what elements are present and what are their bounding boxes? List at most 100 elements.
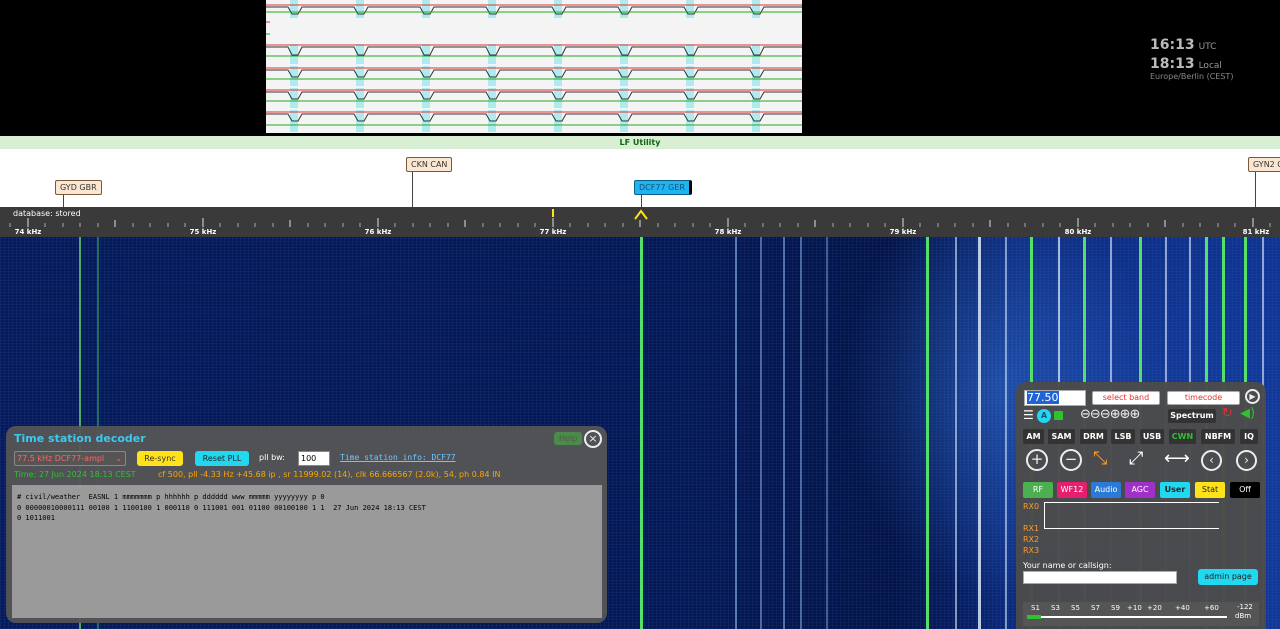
zoom-in-icon[interactable]: + xyxy=(1026,449,1048,471)
local-label: Local xyxy=(1198,61,1222,71)
kiwisdr-page: 16:13 UTC 18:13 Local Europe/Berlin (CEST)… xyxy=(0,0,1280,629)
rx-status-box xyxy=(1044,502,1219,529)
band-bar[interactable]: LF Utility xyxy=(0,136,1280,149)
utc-label: UTC xyxy=(1198,42,1217,52)
name-callsign-input[interactable] xyxy=(1023,571,1177,584)
frequency-value: 77.50 xyxy=(1027,391,1059,404)
tab-audio[interactable]: Audio xyxy=(1091,482,1121,498)
station-select[interactable]: 77.5 kHz DCF77-ampl ⌄ xyxy=(14,451,126,466)
smeter-unit: dBm xyxy=(1235,612,1252,620)
local-time: 18:13 xyxy=(1150,56,1195,72)
mode-am-button[interactable]: AM xyxy=(1023,429,1044,444)
frequency-scale[interactable]: database: stored 74 kHz 75 kHz 76 kHz 77… xyxy=(0,207,1280,237)
scale-tick-81: 81 kHz xyxy=(1242,228,1270,236)
zoom-buttons: ⊖⊖⊖⊕⊕⊕ xyxy=(1080,407,1141,422)
decoder-title: Time station decoder xyxy=(14,432,146,445)
dx-label-gyn2[interactable]: GYN2 G xyxy=(1248,157,1280,172)
smeter-label: +20 xyxy=(1147,604,1162,612)
tab-rf[interactable]: RF xyxy=(1023,482,1053,498)
mode-lsb-button[interactable]: LSB xyxy=(1111,429,1135,444)
speaker-icon[interactable]: ◀) xyxy=(1240,406,1255,421)
menu-icon[interactable]: ☰ xyxy=(1023,409,1034,421)
step-left-icon[interactable]: ‹ xyxy=(1201,450,1222,471)
scale-tick-78: 78 kHz xyxy=(714,228,742,236)
zoom-band-icon[interactable]: ⟷ xyxy=(1164,448,1190,469)
station-select-value: 77.5 kHz DCF77-ampl xyxy=(17,454,105,463)
zoom-out-icon[interactable]: ⊖ xyxy=(1080,407,1091,422)
zoom-in-icon[interactable]: ⊕ xyxy=(1120,407,1131,422)
smeter-label: S9 xyxy=(1111,604,1120,612)
dx-label-dcf77[interactable]: DCF77 GER xyxy=(634,180,692,195)
utc-time: 16:13 xyxy=(1150,37,1195,53)
smeter-label: +60 xyxy=(1204,604,1219,612)
smeter-level xyxy=(1027,615,1041,619)
scale-tick-79: 79 kHz xyxy=(889,228,917,236)
pll-status: cf 500, pll -4.33 Hz +45.68 ip , sr 1199… xyxy=(158,470,501,479)
time-station-decoder-panel: Time station decoder Help × 77.5 kHz DCF… xyxy=(6,426,607,623)
tab-user[interactable]: User xyxy=(1160,482,1190,498)
decoder-log: # civil/weather EASNL 1 mmmmmmm p hhhhhh… xyxy=(12,485,602,618)
dx-label-gyd[interactable]: GYD GBR xyxy=(55,180,102,195)
pll-bw-input[interactable]: 100 xyxy=(298,451,330,466)
scale-tick-80: 80 kHz xyxy=(1064,228,1092,236)
mode-drm-button[interactable]: DRM xyxy=(1080,429,1107,444)
zoom-to-band-icon[interactable]: ⤡ xyxy=(1093,448,1107,469)
zoom-in-icon[interactable]: ⊕ xyxy=(1110,407,1121,422)
clock-display: 16:13 UTC 18:13 Local Europe/Berlin (CEST) xyxy=(1150,34,1233,81)
timezone-label: Europe/Berlin (CEST) xyxy=(1150,72,1234,81)
refresh-icon[interactable]: ↻ xyxy=(1222,406,1233,421)
rx1-label: RX1 xyxy=(1023,524,1040,533)
mode-nbfm-button[interactable]: NBFM xyxy=(1201,429,1235,444)
smeter-scale xyxy=(1027,616,1227,618)
zoom-out-icon[interactable]: ⊖ xyxy=(1090,407,1101,422)
mode-cwn-button[interactable]: CWN xyxy=(1169,429,1196,444)
checkbox-icon[interactable] xyxy=(1054,411,1063,420)
rx3-label: RX3 xyxy=(1023,546,1040,555)
smeter-label: S7 xyxy=(1091,604,1100,612)
smeter-label: S5 xyxy=(1071,604,1080,612)
chevron-down-icon: ⌄ xyxy=(115,454,122,463)
s-meter: S1 S3 S5 S7 S9 +10 +20 +40 +60 -122 dBm xyxy=(1023,602,1259,626)
extension-select[interactable]: timecode xyxy=(1167,391,1240,405)
spectrum-button[interactable]: Spectrum xyxy=(1168,409,1216,423)
scale-tick-76: 76 kHz xyxy=(364,228,392,236)
play-icon[interactable]: ▶ xyxy=(1245,389,1260,404)
smeter-label: S3 xyxy=(1051,604,1060,612)
scale-tick-75: 75 kHz xyxy=(189,228,217,236)
mode-usb-button[interactable]: USB xyxy=(1140,429,1164,444)
receiver-control-panel: 77.50 select band timecode ▶ ☰ A ⊖⊖⊖⊕⊕⊕ … xyxy=(1016,382,1266,629)
mode-sam-button[interactable]: SAM xyxy=(1048,429,1075,444)
mode-iq-button[interactable]: IQ xyxy=(1240,429,1258,444)
band-select[interactable]: select band xyxy=(1092,391,1160,405)
smeter-label: S1 xyxy=(1031,604,1040,612)
help-button[interactable]: Help xyxy=(554,432,583,445)
scale-tick-74: 74 kHz xyxy=(14,228,42,236)
scale-tick-77: 77 kHz xyxy=(539,228,567,236)
tab-off[interactable]: Off xyxy=(1230,482,1260,498)
rx0-label: RX0 xyxy=(1023,502,1040,511)
smeter-label: +10 xyxy=(1127,604,1142,612)
frequency-input[interactable]: 77.50 xyxy=(1024,390,1086,406)
close-icon[interactable]: × xyxy=(584,430,602,448)
smeter-value: -122 xyxy=(1237,603,1253,611)
dx-label-area: GYD GBR CKN CAN DCF77 GER GYN2 G xyxy=(0,149,1280,207)
log-line: 0 1011001 xyxy=(17,514,55,522)
resync-button[interactable]: Re-sync xyxy=(137,451,183,466)
auto-icon[interactable]: A xyxy=(1037,409,1051,423)
zoom-out-icon[interactable]: − xyxy=(1060,449,1082,471)
name-label: Your name or callsign: xyxy=(1023,561,1112,570)
dx-label-ckn[interactable]: CKN CAN xyxy=(406,157,453,172)
tab-wf[interactable]: WF12 xyxy=(1057,482,1087,498)
rx2-label: RX2 xyxy=(1023,535,1040,544)
reset-pll-button[interactable]: Reset PLL xyxy=(195,451,249,466)
zoom-max-icon[interactable]: ⤢ xyxy=(1129,448,1143,469)
station-info-link[interactable]: Time station info: DCF77 xyxy=(340,453,456,462)
zoom-out-icon[interactable]: ⊖ xyxy=(1100,407,1111,422)
log-line: 0 00000010000111 00100 1 1100100 1 00011… xyxy=(17,503,426,512)
zoom-in-icon[interactable]: ⊕ xyxy=(1130,407,1141,422)
tab-stat[interactable]: Stat xyxy=(1195,482,1225,498)
timecode-scope-display xyxy=(266,0,802,133)
step-right-icon[interactable]: › xyxy=(1236,450,1257,471)
admin-page-button[interactable]: admin page xyxy=(1198,569,1258,585)
tab-agc[interactable]: AGC xyxy=(1125,482,1155,498)
